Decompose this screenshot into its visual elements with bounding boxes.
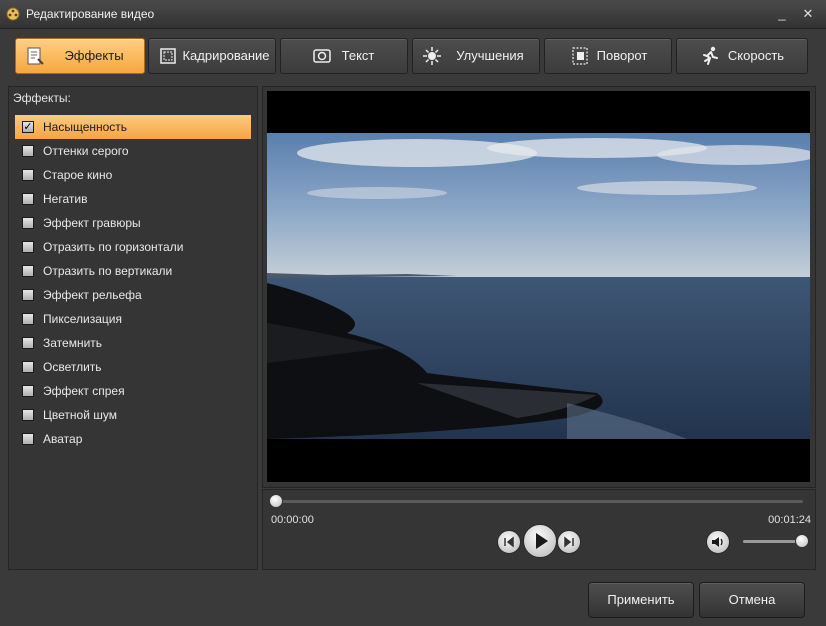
tab-label: Скорость (727, 48, 785, 63)
play-button[interactable] (523, 524, 557, 558)
effect-item-grayscale[interactable]: Оттенки серого (15, 139, 251, 163)
tab-label: Кадрирование (182, 48, 270, 63)
apply-button[interactable]: Применить (588, 582, 694, 618)
effect-item-negative[interactable]: Негатив (15, 187, 251, 211)
video-preview[interactable] (267, 91, 810, 482)
tab-label: Текст (341, 48, 375, 63)
tab-label: Улучшения (456, 48, 524, 63)
effect-label: Пикселизация (43, 312, 122, 326)
tab-label: Поворот (596, 48, 648, 63)
effect-item-old-film[interactable]: Старое кино (15, 163, 251, 187)
preview-panel (262, 86, 816, 488)
effect-label: Эффект гравюры (43, 216, 141, 230)
checkbox[interactable] (22, 169, 34, 181)
tab-crop[interactable]: Кадрирование (148, 38, 276, 74)
checkbox-checked[interactable]: ✓ (22, 121, 34, 133)
effect-item-darken[interactable]: Затемнить (15, 331, 251, 355)
effects-list: ✓ Насыщенность Оттенки серого Старое кино… (15, 115, 251, 451)
checkbox[interactable] (22, 217, 34, 229)
checkbox[interactable] (22, 337, 34, 349)
effect-item-flip-vertical[interactable]: Отразить по вертикали (15, 259, 251, 283)
effect-item-lighten[interactable]: Осветлить (15, 355, 251, 379)
effects-panel-title: Эффекты: (13, 91, 71, 105)
checkbox[interactable] (22, 193, 34, 205)
effect-item-avatar[interactable]: Аватар (15, 427, 251, 451)
checkbox[interactable] (22, 385, 34, 397)
effect-label: Негатив (43, 192, 88, 206)
checkbox[interactable] (22, 409, 34, 421)
checkbox[interactable] (22, 361, 34, 373)
volume-slider[interactable] (743, 540, 803, 543)
window-title: Редактирование видео (26, 7, 155, 21)
effect-label: Отразить по горизонтали (43, 240, 184, 254)
effect-label: Эффект рельефа (43, 288, 142, 302)
film-reel-icon (6, 7, 20, 21)
effect-label: Старое кино (43, 168, 113, 182)
previous-button[interactable] (497, 530, 521, 554)
effect-label: Эффект спрея (43, 384, 125, 398)
volume-thumb[interactable] (795, 534, 809, 548)
skip-forward-icon (564, 536, 574, 548)
effect-label: Отразить по вертикали (43, 264, 173, 278)
effect-item-emboss[interactable]: Эффект рельефа (15, 283, 251, 307)
checkbox[interactable] (22, 241, 34, 253)
tab-rotate[interactable]: Поворот (544, 38, 672, 74)
effect-label: Насыщенность (43, 120, 128, 134)
current-time: 00:00:00 (271, 514, 314, 526)
effect-label: Оттенки серого (43, 144, 129, 158)
effect-label: Осветлить (43, 360, 102, 374)
volume-button[interactable] (706, 530, 730, 554)
speaker-icon (712, 537, 723, 547)
close-button[interactable]: ✕ (800, 6, 816, 22)
effect-label: Затемнить (43, 336, 103, 350)
seascape-video-frame (267, 133, 810, 439)
checkbox[interactable] (22, 145, 34, 157)
checkbox[interactable] (22, 289, 34, 301)
effect-label: Цветной шум (43, 408, 117, 422)
next-button[interactable] (557, 530, 581, 554)
effect-item-spray[interactable]: Эффект спрея (15, 379, 251, 403)
tab-text[interactable]: Текст (280, 38, 408, 74)
tab-enhance[interactable]: Улучшения (412, 38, 540, 74)
checkbox[interactable] (22, 313, 34, 325)
effect-item-saturation[interactable]: ✓ Насыщенность (15, 115, 251, 139)
cancel-button[interactable]: Отмена (699, 582, 805, 618)
effect-item-pixelate[interactable]: Пикселизация (15, 307, 251, 331)
effect-item-flip-horizontal[interactable]: Отразить по горизонтали (15, 235, 251, 259)
play-icon (536, 533, 548, 549)
playback-controls: 00:00:00 00:01:24 (262, 489, 816, 570)
minimize-button[interactable]: _ (774, 6, 790, 22)
checkbox[interactable] (22, 265, 34, 277)
title-bar: Редактирование видео _ ✕ (0, 0, 826, 29)
effects-panel: Эффекты: ✓ Насыщенность Оттенки серого Ст… (8, 86, 258, 570)
checkbox[interactable] (22, 433, 34, 445)
effect-item-engraving[interactable]: Эффект гравюры (15, 211, 251, 235)
total-time: 00:01:24 (768, 514, 811, 526)
effect-label: Аватар (43, 432, 83, 446)
effect-item-color-noise[interactable]: Цветной шум (15, 403, 251, 427)
tab-label: Эффекты (64, 48, 124, 63)
seek-bar[interactable] (273, 500, 803, 503)
seek-thumb[interactable] (269, 494, 283, 508)
tab-speed[interactable]: Скорость (676, 38, 808, 74)
tab-effects[interactable]: Эффекты (15, 38, 145, 74)
skip-back-icon (504, 536, 514, 548)
